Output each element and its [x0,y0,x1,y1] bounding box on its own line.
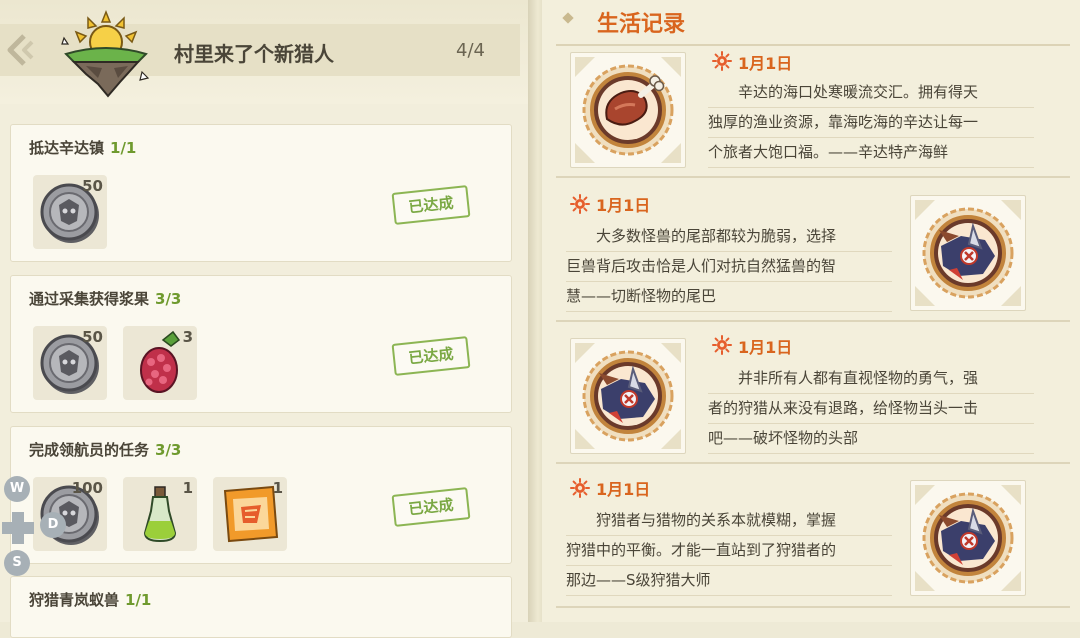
task-label: 通过采集获得浆果 3/3 [29,288,181,309]
entry-text-line: 辛达的海口处寒暖流交汇。拥有得天 [708,78,1034,108]
sun-icon [712,335,732,355]
task-card[interactable]: 抵达辛达镇 1/1 50 已达成 [10,124,512,262]
log-title: 生活记录 [597,12,686,37]
task-count: 1/1 [110,139,137,157]
entry-date: 1月1日 [596,480,651,499]
reward-slot[interactable]: 3 [123,326,197,400]
reward-qty: 1 [182,479,193,497]
entry-text-line: 大多数怪兽的尾部都较为脆弱，选择 [566,222,892,252]
reward-qty: 1 [272,479,283,497]
title-diamond-icon [562,12,574,24]
reward-slot[interactable]: 50 [33,326,107,400]
divider [556,44,1070,46]
task-card[interactable]: 通过采集获得浆果 3/3 50 3 已达成 [10,275,512,413]
entry-text-line: 狩猎者与猎物的关系本就模糊，掌握 [566,506,892,536]
task-label: 狩猎青岚蚁兽 1/1 [29,589,151,610]
entry-date: 1月1日 [738,338,793,357]
task-name: 通过采集获得浆果 [29,290,150,308]
life-log-panel: 生活记录 1月1日 辛达的海口处寒暖流交汇。拥有得天 独厚的渔业资源，靠海吃海的… [542,0,1080,622]
reward-qty: 50 [82,177,103,195]
task-count: 3/3 [155,441,182,459]
task-count: 3/3 [155,290,182,308]
task-card[interactable]: 完成领航员的任务 3/3 100 1 1 已达成 [10,426,512,564]
entry-text-line: 者的狩猎从来没有退路，给怪物当头一击 [708,394,1034,424]
entry-text-line: 个旅者大饱口福。——辛达特产海鲜 [708,138,1034,168]
task-name: 完成领航员的任务 [29,441,150,459]
entry-text-line: 狩猎中的平衡。才能一直站到了狩猎者的 [566,536,892,566]
entry-thumbnail[interactable] [910,195,1026,311]
entry-text-line: 并非所有人都有直视怪物的勇气，强 [708,364,1034,394]
divider [556,320,1070,322]
quest-panel: 村里来了个新猎人 4/4 抵达辛达镇 1/1 50 已达成 通过采集获得浆果 3/3… [0,0,536,638]
entry-thumbnail[interactable] [570,338,686,454]
task-count: 1/1 [125,591,152,609]
key-w[interactable]: W [4,476,30,502]
completed-stamp: 已达成 [391,336,471,376]
entry-text-line: 那边——S级狩猎大师 [566,566,892,596]
task-name: 狩猎青岚蚁兽 [29,591,120,609]
reward-slot[interactable]: 1 [123,477,197,551]
entry-thumbnail[interactable] [570,52,686,168]
back-chevron-icon[interactable] [2,30,42,70]
task-label: 完成领航员的任务 3/3 [29,439,181,460]
task-label: 抵达辛达镇 1/1 [29,137,136,158]
entry-text-line: 独厚的渔业资源，靠海吃海的辛达让每一 [708,108,1034,138]
entry-text-line: 巨兽背后攻击恰是人们对抗自然猛兽的智 [566,252,892,282]
completed-stamp: 已达成 [391,185,471,225]
entry-date: 1月1日 [738,54,793,73]
reward-qty: 50 [82,328,103,346]
task-name: 抵达辛达镇 [29,139,105,157]
reward-slot[interactable]: 1 [213,477,287,551]
reward-qty: 100 [71,479,103,497]
divider [556,176,1070,178]
reward-qty: 3 [182,328,193,346]
monster-tail-icon [911,196,1025,310]
monster-hunter-icon [911,481,1025,595]
meat-icon [573,55,683,165]
entry-text-line: 吧——破坏怪物的头部 [708,424,1034,454]
divider [556,462,1070,464]
task-card[interactable]: 狩猎青岚蚁兽 1/1 [10,576,512,638]
floating-island-icon [61,9,150,98]
divider [556,606,1070,608]
quest-title: 村里来了个新猎人 [174,42,334,66]
entry-text-line: 慧——切断怪物的尾巴 [566,282,892,312]
key-d[interactable]: D [40,512,66,538]
sun-icon [712,51,732,71]
monster-head-icon [571,339,685,453]
completed-stamp: 已达成 [391,487,471,527]
key-s[interactable]: S [4,550,30,576]
entry-thumbnail[interactable] [910,480,1026,596]
dpad-icon[interactable] [0,510,36,546]
quest-progress: 4/4 [456,40,485,61]
movement-keys[interactable]: W D S [0,472,66,582]
quest-header: 村里来了个新猎人 4/4 [0,0,536,104]
entry-date: 1月1日 [596,196,651,215]
reward-slot[interactable]: 50 [33,175,107,249]
sun-icon [570,194,590,214]
sun-icon [570,478,590,498]
